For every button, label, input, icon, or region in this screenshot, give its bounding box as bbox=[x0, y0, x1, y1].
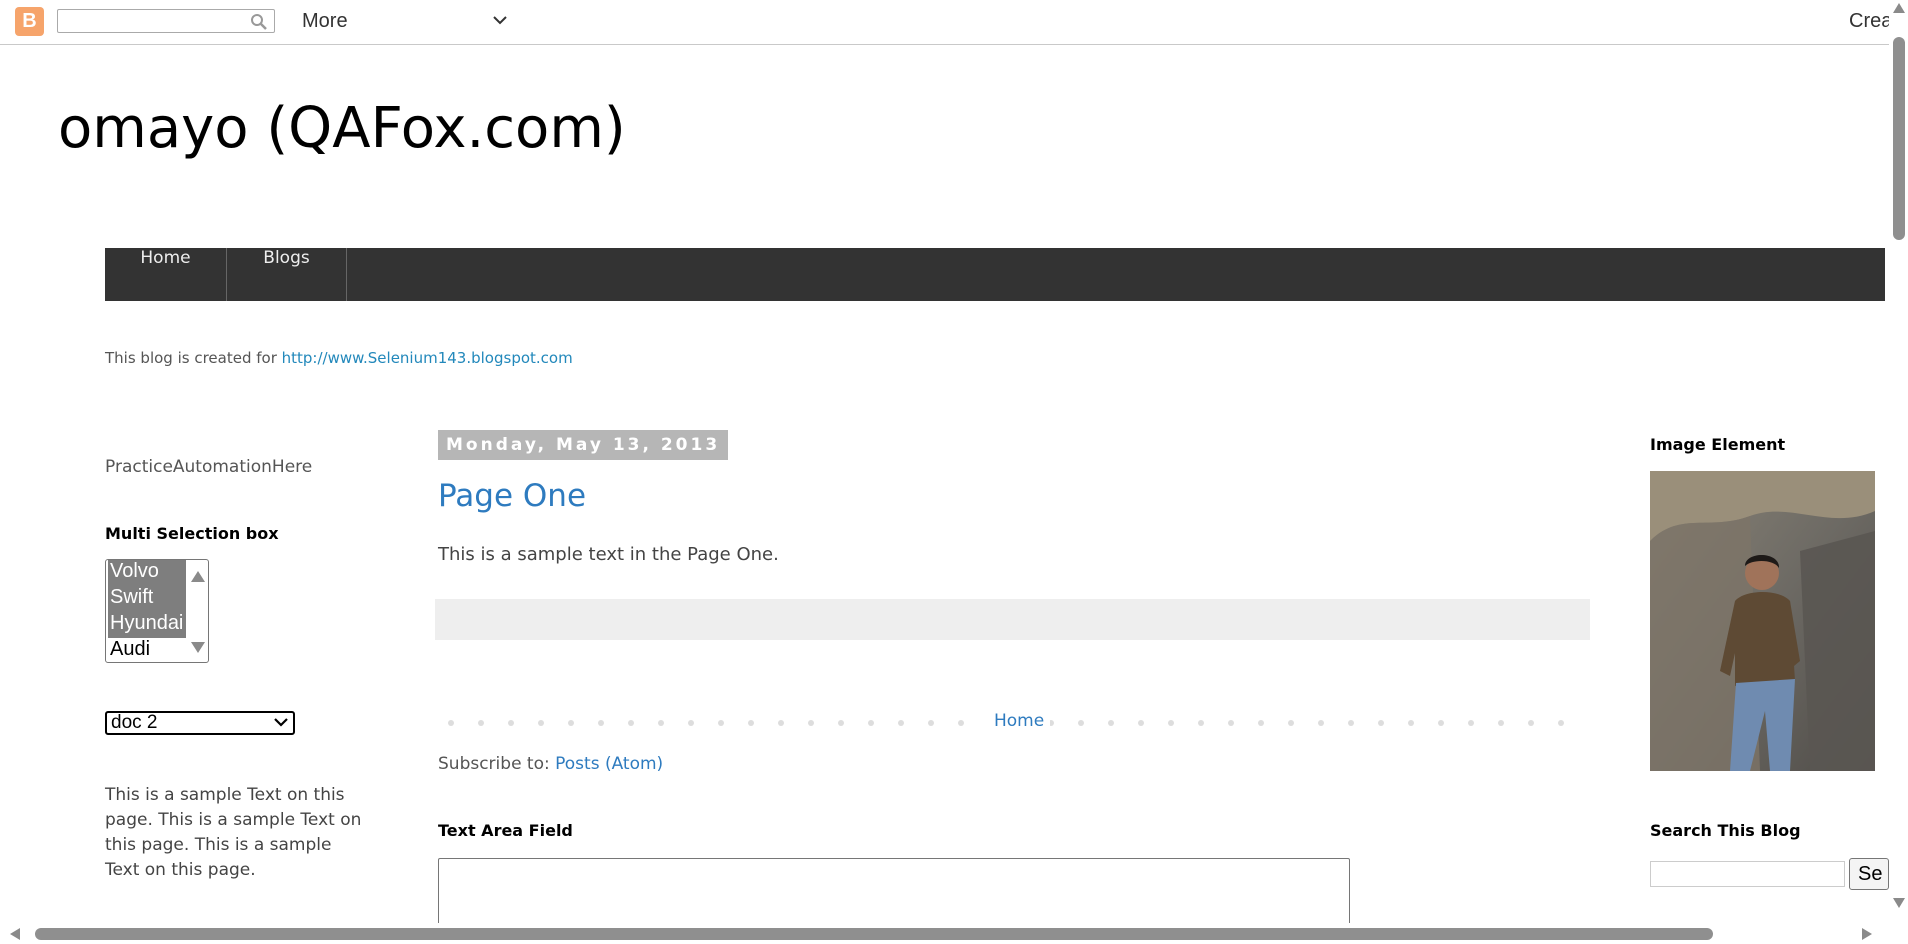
blogger-navbar: B More Crea bbox=[0, 0, 1908, 45]
scroll-left-icon[interactable] bbox=[10, 928, 20, 940]
divider-dot bbox=[1558, 720, 1564, 726]
divider-dot bbox=[568, 720, 574, 726]
option-hyundai[interactable]: Hyundai bbox=[108, 612, 186, 638]
date-header: Monday, May 13, 2013 bbox=[438, 430, 729, 460]
divider-dot bbox=[1498, 720, 1504, 726]
navbar-search-input[interactable] bbox=[57, 9, 275, 33]
home-link[interactable]: Home bbox=[988, 711, 1051, 731]
selenium-blog-link[interactable]: http://www.Selenium143.blogspot.com bbox=[282, 349, 573, 367]
profile-photo bbox=[1650, 471, 1875, 771]
chevron-down-icon bbox=[274, 718, 288, 727]
post-footer bbox=[435, 599, 1590, 640]
chevron-down-icon[interactable] bbox=[493, 15, 507, 25]
search-blog-title: Search This Blog bbox=[1650, 821, 1801, 840]
multi-select-scrollbar[interactable] bbox=[186, 560, 208, 662]
scroll-down-icon[interactable] bbox=[191, 642, 205, 653]
blog-description: This blog is created for http://www.Sele… bbox=[105, 349, 573, 367]
divider-dot bbox=[1138, 720, 1144, 726]
tab-blogs[interactable]: Blogs bbox=[227, 248, 347, 301]
tab-home[interactable]: Home bbox=[105, 248, 227, 301]
divider-dot bbox=[598, 720, 604, 726]
multi-selection-box[interactable]: Volvo Swift Hyundai Audi bbox=[105, 559, 209, 663]
person-photo-image bbox=[1650, 471, 1875, 771]
divider-dot bbox=[658, 720, 664, 726]
horizontal-scrollbar[interactable] bbox=[0, 923, 1889, 944]
divider-dot bbox=[1438, 720, 1444, 726]
divider-dot bbox=[868, 720, 874, 726]
divider-dot bbox=[1528, 720, 1534, 726]
sample-text-paragraph: This is a sample Text on this page. This… bbox=[105, 785, 362, 880]
divider-dot bbox=[1318, 720, 1324, 726]
divider-dot bbox=[628, 720, 634, 726]
divider-dot bbox=[928, 720, 934, 726]
scroll-down-icon[interactable] bbox=[1893, 898, 1905, 908]
divider-dot bbox=[1468, 720, 1474, 726]
subscribe-line: Subscribe to: Posts (Atom) bbox=[438, 754, 663, 774]
blog-search-button[interactable]: Se bbox=[1849, 858, 1889, 890]
page-tabs: Home Blogs bbox=[105, 248, 1885, 301]
divider-dot bbox=[748, 720, 754, 726]
create-blog-link[interactable]: Crea bbox=[1849, 10, 1889, 33]
more-menu[interactable]: More bbox=[302, 10, 348, 33]
divider-dot bbox=[1228, 720, 1234, 726]
divider-dot bbox=[1258, 720, 1264, 726]
blogger-logo-letter: B bbox=[22, 10, 37, 32]
divider-dot bbox=[508, 720, 514, 726]
blog-title: omayo (QAFox.com) bbox=[58, 96, 626, 161]
divider-dot bbox=[1288, 720, 1294, 726]
scroll-right-icon[interactable] bbox=[1862, 928, 1872, 940]
divider-dot bbox=[958, 720, 964, 726]
blog-search-input[interactable] bbox=[1650, 861, 1845, 887]
divider-dot bbox=[1198, 720, 1204, 726]
textarea-title: Text Area Field bbox=[438, 821, 573, 840]
description-text: This blog is created for bbox=[105, 349, 282, 367]
search-icon[interactable] bbox=[250, 13, 268, 31]
divider-dot bbox=[688, 720, 694, 726]
post-body: This is a sample text in the Page One. bbox=[438, 544, 779, 565]
post-title[interactable]: Page One bbox=[438, 478, 586, 514]
image-element-title: Image Element bbox=[1650, 435, 1786, 454]
divider-dot bbox=[538, 720, 544, 726]
vertical-scroll-thumb[interactable] bbox=[1893, 37, 1905, 240]
divider-dot bbox=[1408, 720, 1414, 726]
vertical-scrollbar[interactable] bbox=[1889, 0, 1908, 944]
divider-dot bbox=[1108, 720, 1114, 726]
divider-dot bbox=[898, 720, 904, 726]
scroll-up-icon[interactable] bbox=[191, 571, 205, 582]
option-swift[interactable]: Swift bbox=[108, 586, 186, 612]
divider-dot bbox=[1378, 720, 1384, 726]
divider-dot bbox=[1168, 720, 1174, 726]
posts-atom-link[interactable]: Posts (Atom) bbox=[555, 754, 663, 774]
dropdown-selected-value: doc 2 bbox=[111, 712, 158, 733]
horizontal-scroll-thumb[interactable] bbox=[35, 928, 1713, 940]
divider-dot bbox=[1078, 720, 1084, 726]
subscribe-label: Subscribe to: bbox=[438, 754, 556, 774]
multi-selection-title: Multi Selection box bbox=[105, 524, 279, 543]
option-audi[interactable]: Audi bbox=[108, 638, 186, 662]
practice-text: PracticeAutomationHere bbox=[105, 457, 313, 477]
scroll-up-icon[interactable] bbox=[1893, 3, 1905, 13]
blogger-logo-icon[interactable]: B bbox=[15, 7, 44, 36]
divider-dot bbox=[778, 720, 784, 726]
divider-dot bbox=[838, 720, 844, 726]
divider-dot bbox=[808, 720, 814, 726]
divider-dot bbox=[478, 720, 484, 726]
doc-dropdown[interactable]: doc 2 bbox=[105, 711, 295, 735]
divider-dot bbox=[1348, 720, 1354, 726]
divider-dot bbox=[448, 720, 454, 726]
option-volvo[interactable]: Volvo bbox=[108, 560, 186, 586]
divider-dot bbox=[718, 720, 724, 726]
